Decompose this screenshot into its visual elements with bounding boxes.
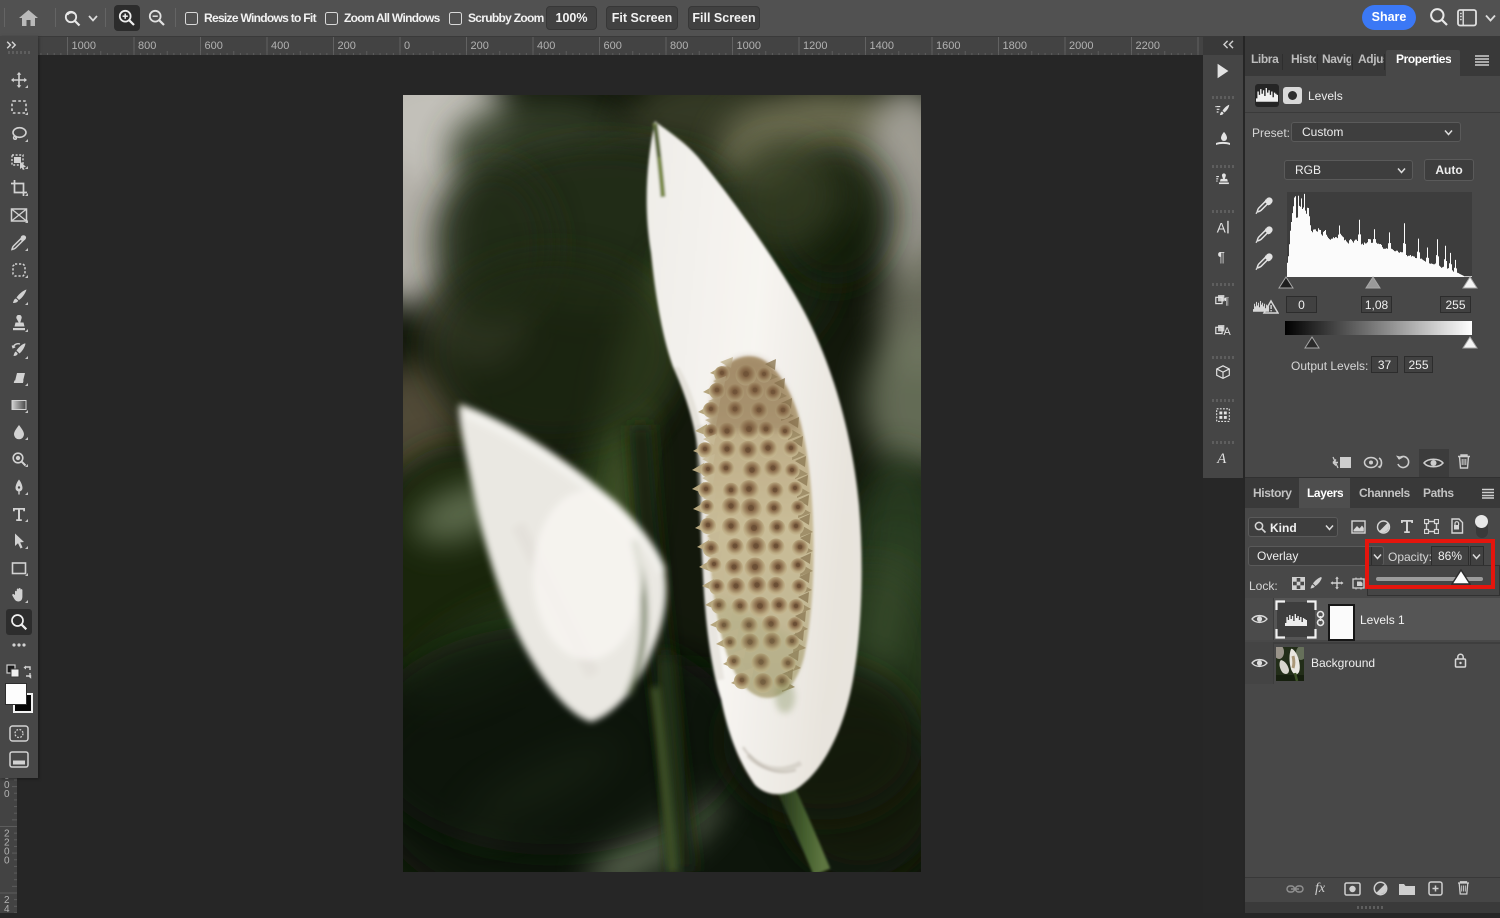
svg-text:600: 600 <box>604 40 622 52</box>
svg-text:1200: 1200 <box>803 40 827 52</box>
svg-text:800: 800 <box>138 40 156 52</box>
svg-text:¶: ¶ <box>1224 297 1229 308</box>
svg-text:2000: 2000 <box>1069 40 1093 52</box>
svg-text:1000: 1000 <box>737 40 761 52</box>
svg-text:800: 800 <box>670 40 688 52</box>
svg-text:A: A <box>1217 221 1226 236</box>
svg-text:0: 0 <box>404 40 410 52</box>
svg-text:2200: 2200 <box>1136 40 1160 52</box>
svg-text:0: 0 <box>4 789 10 800</box>
svg-text:400: 400 <box>537 40 555 52</box>
svg-text:1600: 1600 <box>936 40 960 52</box>
svg-text:1800: 1800 <box>1003 40 1027 52</box>
svg-text:1400: 1400 <box>870 40 894 52</box>
svg-text:1000: 1000 <box>72 40 96 52</box>
svg-text:200: 200 <box>471 40 489 52</box>
svg-text:0: 0 <box>4 856 10 867</box>
svg-text:¶: ¶ <box>1218 250 1225 265</box>
svg-text:4: 4 <box>4 904 10 913</box>
svg-text:600: 600 <box>205 40 223 52</box>
svg-text:A: A <box>1216 451 1227 467</box>
svg-text:400: 400 <box>271 40 289 52</box>
svg-text:200: 200 <box>338 40 356 52</box>
svg-text:A: A <box>1223 326 1231 338</box>
